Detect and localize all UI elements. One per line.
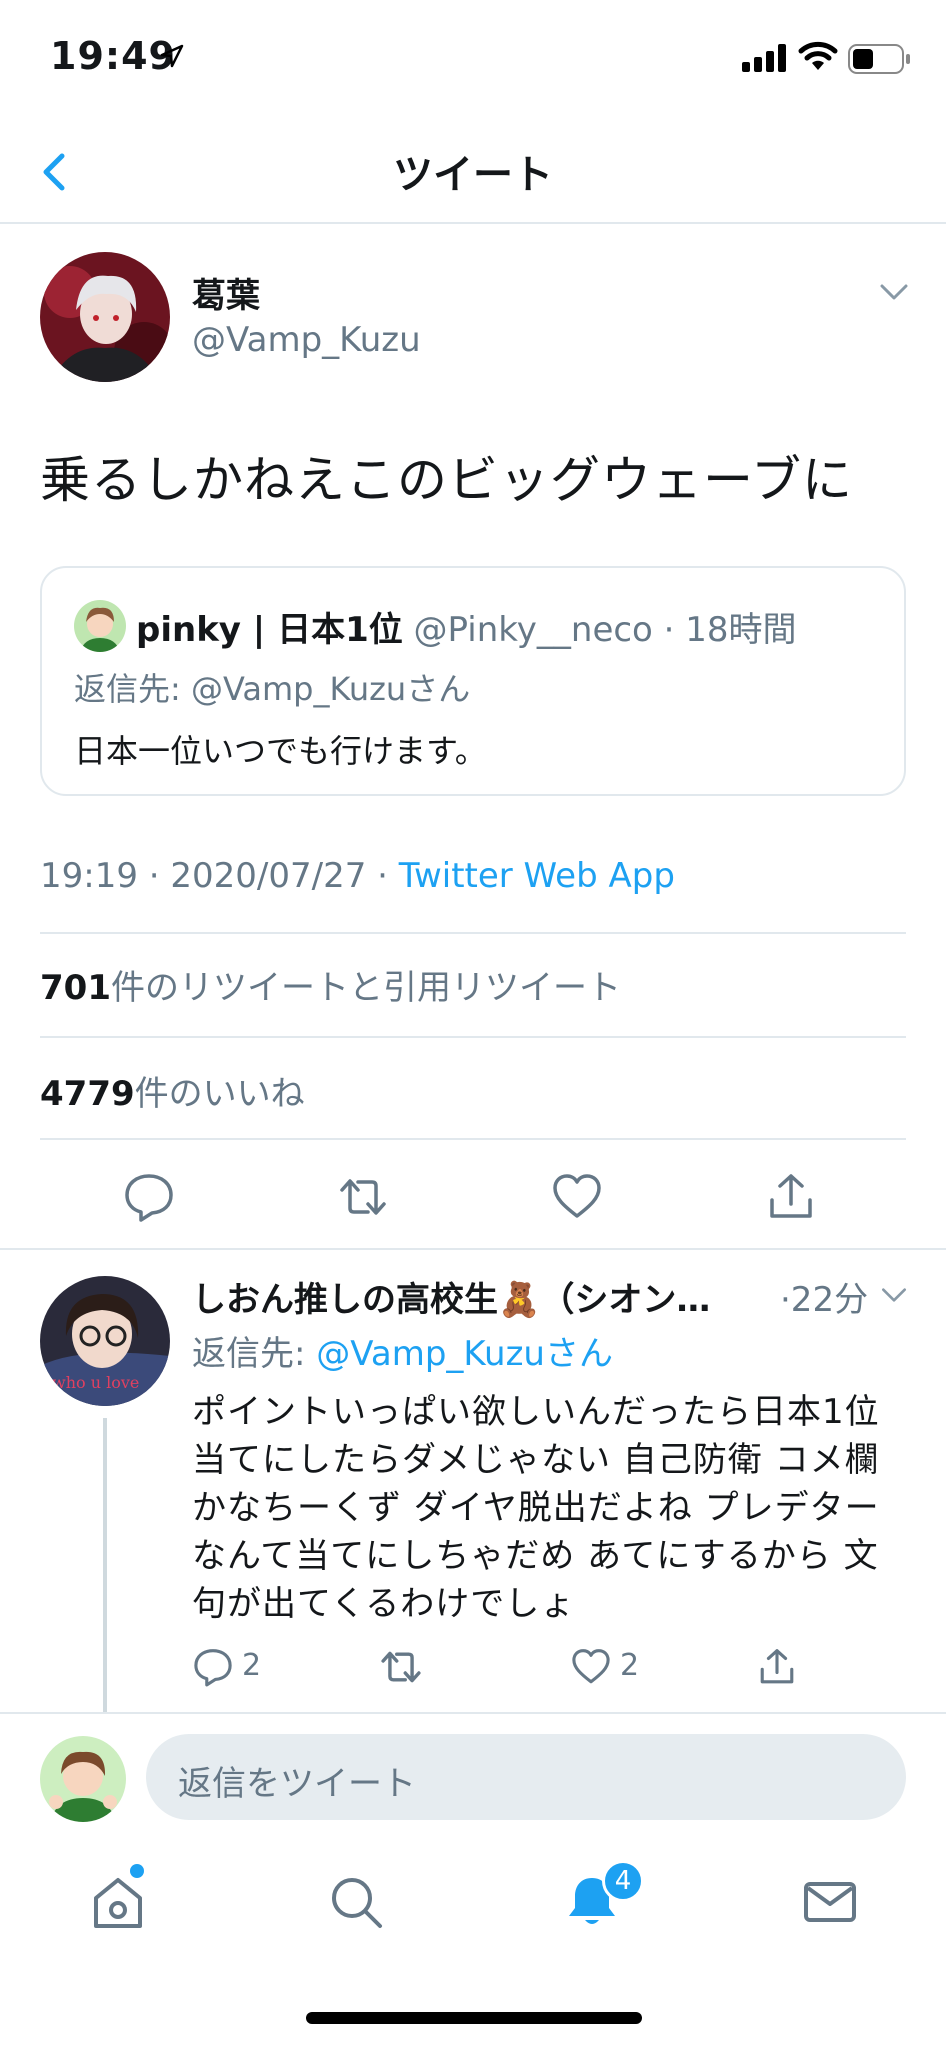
battery-icon bbox=[848, 44, 910, 74]
reply-author-name[interactable]: しおん推しの高校生🧸（シオン… bbox=[192, 1280, 710, 1320]
retweet-stats[interactable]: 701件のリツイートと引用リツイート bbox=[40, 960, 621, 1009]
reply-text-line: なんて当てにしちゃだめ あてにするから 文 bbox=[192, 1536, 879, 1576]
reply-avatar[interactable]: who u love bbox=[40, 1276, 170, 1406]
quote-header: pinky | 日本1位 @Pinky__neco · 18時間 bbox=[136, 610, 797, 650]
tweet-text: 乗るしかねえこのビッグウェーブに bbox=[40, 451, 853, 509]
retweet-icon[interactable] bbox=[336, 1170, 390, 1224]
header: ツイート bbox=[0, 120, 946, 224]
reply-text-line: 句が出てくるわけでしょ bbox=[192, 1584, 576, 1624]
svg-text:who u love: who u love bbox=[52, 1373, 139, 1392]
divider bbox=[40, 932, 906, 934]
tweet-actions bbox=[0, 1140, 946, 1250]
reply-to: 返信先: @Vamp_Kuzuさん bbox=[192, 1326, 613, 1375]
reply-icon[interactable] bbox=[192, 1644, 234, 1690]
divider bbox=[40, 1036, 906, 1038]
source-link[interactable]: Twitter Web App bbox=[399, 856, 675, 896]
like-count: 4779 bbox=[40, 1074, 135, 1114]
author-avatar[interactable] bbox=[40, 252, 170, 382]
status-time: 19:49 bbox=[50, 34, 176, 78]
home-icon[interactable] bbox=[88, 1872, 148, 1932]
home-new-indicator bbox=[130, 1864, 144, 1878]
author-name[interactable]: 葛葉 bbox=[192, 268, 260, 317]
divider bbox=[0, 1712, 946, 1714]
reply-text-line: 当てにしたらダメじゃない 自己防衛 コメ欄 bbox=[192, 1440, 880, 1480]
notification-badge: 4 bbox=[602, 1860, 644, 1902]
page-title: ツイート bbox=[393, 152, 553, 198]
reply-composer-input[interactable]: 返信をツイート bbox=[146, 1734, 906, 1820]
like-icon[interactable] bbox=[570, 1644, 612, 1690]
thread-line bbox=[103, 1418, 107, 1714]
signal-icon bbox=[742, 44, 786, 72]
tweet-timestamp: 19:19 · 2020/07/27 · Twitter Web App bbox=[40, 856, 675, 896]
chevron-down-icon[interactable] bbox=[876, 280, 912, 304]
reply-to-prefix: 返信先: bbox=[192, 1334, 317, 1374]
wifi-icon bbox=[798, 41, 838, 70]
reply-time: ·22分 bbox=[780, 1280, 869, 1320]
retweet-label: 件のリツイートと引用リツイート bbox=[110, 968, 621, 1008]
quote-avatar bbox=[74, 600, 126, 652]
author-handle[interactable]: @Vamp_Kuzu bbox=[192, 320, 421, 360]
reply-to-mention[interactable]: @Vamp_Kuzuさん bbox=[316, 1334, 613, 1374]
retweet-icon[interactable] bbox=[378, 1644, 424, 1690]
share-icon[interactable] bbox=[756, 1644, 798, 1690]
quote-text: 日本一位いつでも行けます。 bbox=[74, 732, 487, 770]
reply-text-line: ポイントいっぱい欲しいんだったら日本1位 bbox=[192, 1392, 880, 1432]
quoted-tweet[interactable]: pinky | 日本1位 @Pinky__neco · 18時間 返信先: @V… bbox=[40, 566, 906, 796]
quote-handle: @Pinky__neco bbox=[413, 610, 653, 650]
reply-header: しおん推しの高校生🧸（シオン… bbox=[192, 1272, 710, 1321]
share-icon[interactable] bbox=[764, 1170, 818, 1224]
reply-icon[interactable] bbox=[122, 1170, 176, 1224]
quote-reply-to: 返信先: @Vamp_Kuzuさん bbox=[74, 670, 471, 708]
home-indicator bbox=[306, 2012, 642, 2024]
messages-icon[interactable] bbox=[800, 1872, 860, 1932]
quote-time: 18時間 bbox=[685, 610, 797, 650]
like-label: 件のいいね bbox=[134, 1074, 305, 1114]
like-stats[interactable]: 4779件のいいね bbox=[40, 1066, 305, 1115]
quote-name: pinky | 日本1位 bbox=[136, 610, 403, 650]
reply-text-line: かなちーくず ダイヤ脱出だよね プレデター bbox=[192, 1488, 880, 1528]
avatar[interactable] bbox=[40, 1736, 126, 1822]
chevron-down-icon[interactable] bbox=[878, 1284, 910, 1306]
reply-like-count: 2 bbox=[620, 1648, 640, 1683]
timestamp-text: 19:19 · 2020/07/27 · bbox=[40, 856, 399, 896]
search-icon[interactable] bbox=[326, 1872, 386, 1932]
location-arrow-icon bbox=[160, 44, 184, 68]
status-bar: 19:49 bbox=[0, 0, 946, 120]
reply-count: 2 bbox=[242, 1648, 262, 1683]
retweet-count: 701 bbox=[40, 968, 111, 1008]
like-icon[interactable] bbox=[550, 1170, 604, 1224]
